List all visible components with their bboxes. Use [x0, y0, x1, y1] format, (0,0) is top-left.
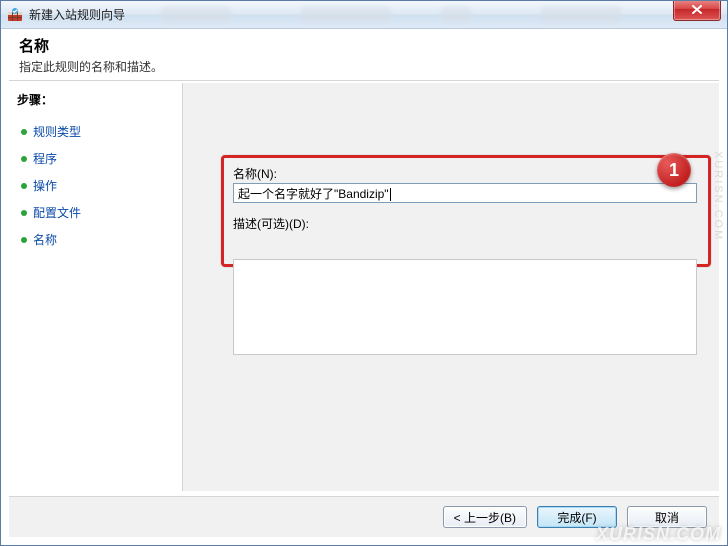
bullet-icon: [21, 129, 27, 135]
description-textarea[interactable]: [233, 259, 697, 355]
close-icon: [691, 4, 703, 15]
step-label: 配置文件: [33, 204, 81, 221]
annotation-highlight-1: [221, 155, 711, 267]
steps-heading: 步骤：: [17, 91, 174, 108]
wizard-header: 名称 指定此规则的名称和描述。: [9, 33, 719, 81]
name-input-value: 起一个名字就好了"Bandizip": [238, 187, 389, 201]
description-field-label: 描述(可选)(D):: [233, 215, 309, 232]
step-label: 规则类型: [33, 123, 81, 140]
wizard-body: 步骤： 规则类型 程序 操作 配置文件 名称 名称(N): 起一个名字就好了"B…: [9, 83, 719, 491]
close-button[interactable]: [673, 0, 721, 21]
wizard-window: 新建入站规则向导 名称 指定此规则的名称和描述。 步骤： 规则类型 程序 操作 …: [0, 0, 728, 546]
bullet-icon: [21, 156, 27, 162]
step-label: 操作: [33, 177, 57, 194]
step-program[interactable]: 程序: [13, 145, 178, 172]
wizard-footer: < 上一步(B) 完成(F) 取消: [9, 496, 719, 537]
cancel-button[interactable]: 取消: [627, 506, 707, 528]
bullet-icon: [21, 183, 27, 189]
titlebar: 新建入站规则向导: [1, 1, 727, 29]
window-title: 新建入站规则向导: [29, 6, 125, 23]
page-title: 名称: [19, 35, 709, 56]
watermark-side: XURISN.COM: [712, 151, 724, 241]
steps-sidebar: 步骤： 规则类型 程序 操作 配置文件 名称: [9, 83, 183, 491]
step-rule-type[interactable]: 规则类型: [13, 118, 178, 145]
bullet-icon: [21, 210, 27, 216]
name-field-label: 名称(N):: [233, 165, 277, 182]
finish-button[interactable]: 完成(F): [537, 506, 617, 528]
text-caret: [390, 188, 391, 201]
main-panel: 名称(N): 起一个名字就好了"Bandizip" 描述(可选)(D): 1 2: [183, 83, 719, 491]
name-input[interactable]: 起一个名字就好了"Bandizip": [233, 183, 697, 203]
step-name[interactable]: 名称: [13, 226, 178, 253]
firewall-icon: [7, 7, 23, 23]
step-label: 程序: [33, 150, 57, 167]
step-label: 名称: [33, 231, 57, 248]
step-profile[interactable]: 配置文件: [13, 199, 178, 226]
annotation-badge-1: 1: [657, 153, 691, 187]
page-subtitle: 指定此规则的名称和描述。: [19, 58, 709, 75]
bullet-icon: [21, 237, 27, 243]
back-button[interactable]: < 上一步(B): [443, 506, 527, 528]
step-action[interactable]: 操作: [13, 172, 178, 199]
